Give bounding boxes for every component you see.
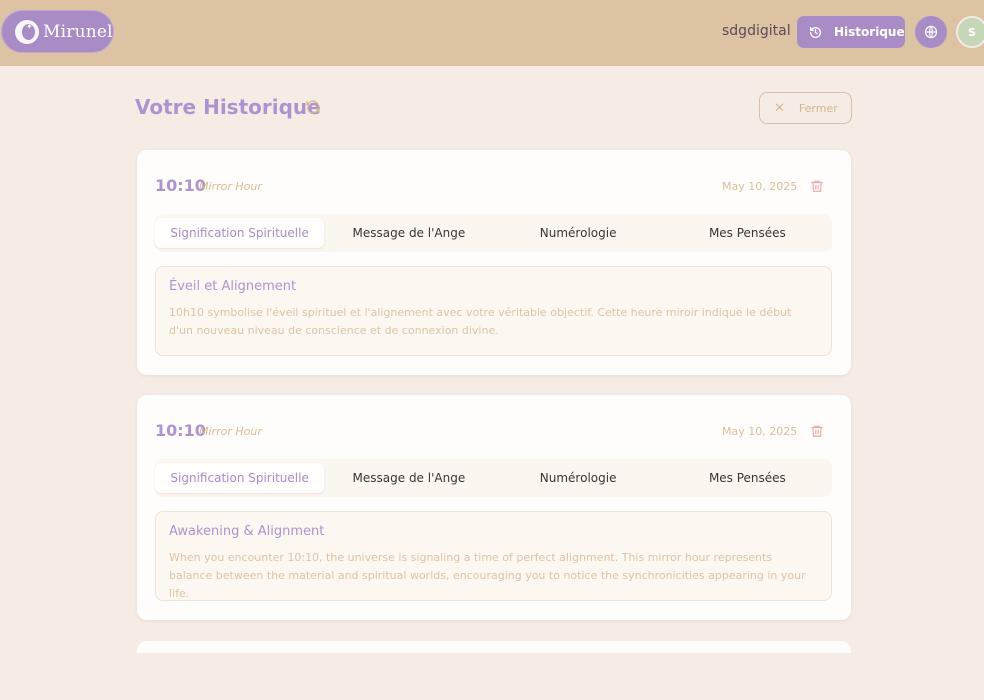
logo[interactable]: Mirunel [1, 10, 114, 53]
content-panel: Awakening & Alignment When you encounter… [155, 511, 832, 601]
tab-spiritual-meaning[interactable]: Signification Spirituelle [155, 463, 325, 493]
tab-spiritual-meaning[interactable]: Signification Spirituelle [155, 218, 325, 248]
refresh-icon[interactable] [305, 99, 321, 115]
history-icon [809, 26, 821, 38]
entry-type: Mirror Hour [199, 425, 262, 438]
content-body: 10h10 symbolise l'éveil spirituel et l'a… [169, 306, 792, 337]
page-title: Votre Historique [135, 95, 321, 119]
history-card: 10:10 Mirror Hour May 10, 2025 Significa… [137, 395, 851, 620]
close-button[interactable]: ✕ Fermer [759, 92, 852, 124]
globe-icon [924, 25, 938, 39]
trash-icon[interactable] [810, 179, 824, 193]
tab-numerology[interactable]: Numérologie [494, 218, 663, 248]
history-card: 10:10 Mirror Hour May 10, 2025 Significa… [137, 150, 851, 375]
history-card-partial [137, 641, 851, 653]
tab-my-thoughts[interactable]: Mes Pensées [663, 218, 832, 248]
history-button[interactable]: Historique [797, 16, 905, 48]
trash-icon[interactable] [810, 424, 824, 438]
username: sdgdigital [722, 23, 791, 39]
language-button[interactable] [915, 16, 947, 48]
tab-my-thoughts[interactable]: Mes Pensées [663, 463, 832, 493]
avatar[interactable]: S [956, 16, 984, 48]
entry-date: May 10, 2025 [722, 180, 798, 193]
entry-date: May 10, 2025 [722, 425, 798, 438]
content-panel: Éveil et Alignement 10h10 symbolise l'év… [155, 266, 832, 356]
logo-text: Mirunel [43, 21, 113, 42]
tab-angel-message[interactable]: Message de l'Ange [324, 463, 493, 493]
content-title: Éveil et Alignement [169, 279, 297, 294]
tab-bar: Signification Spirituelle Message de l'A… [155, 214, 832, 252]
tab-numerology[interactable]: Numérologie [494, 463, 663, 493]
content-body: When you encounter 10:10, the universe i… [169, 551, 806, 600]
content-title: Awakening & Alignment [169, 524, 325, 539]
history-button-label: Historique [834, 25, 905, 39]
tab-angel-message[interactable]: Message de l'Ange [324, 218, 493, 248]
tab-bar: Signification Spirituelle Message de l'A… [155, 459, 832, 497]
top-bar: Mirunel sdgdigital Historique S [0, 0, 984, 66]
close-button-label: Fermer [798, 101, 838, 115]
close-icon: ✕ [774, 100, 785, 116]
moon-star-icon [15, 19, 39, 44]
entry-type: Mirror Hour [199, 180, 262, 193]
